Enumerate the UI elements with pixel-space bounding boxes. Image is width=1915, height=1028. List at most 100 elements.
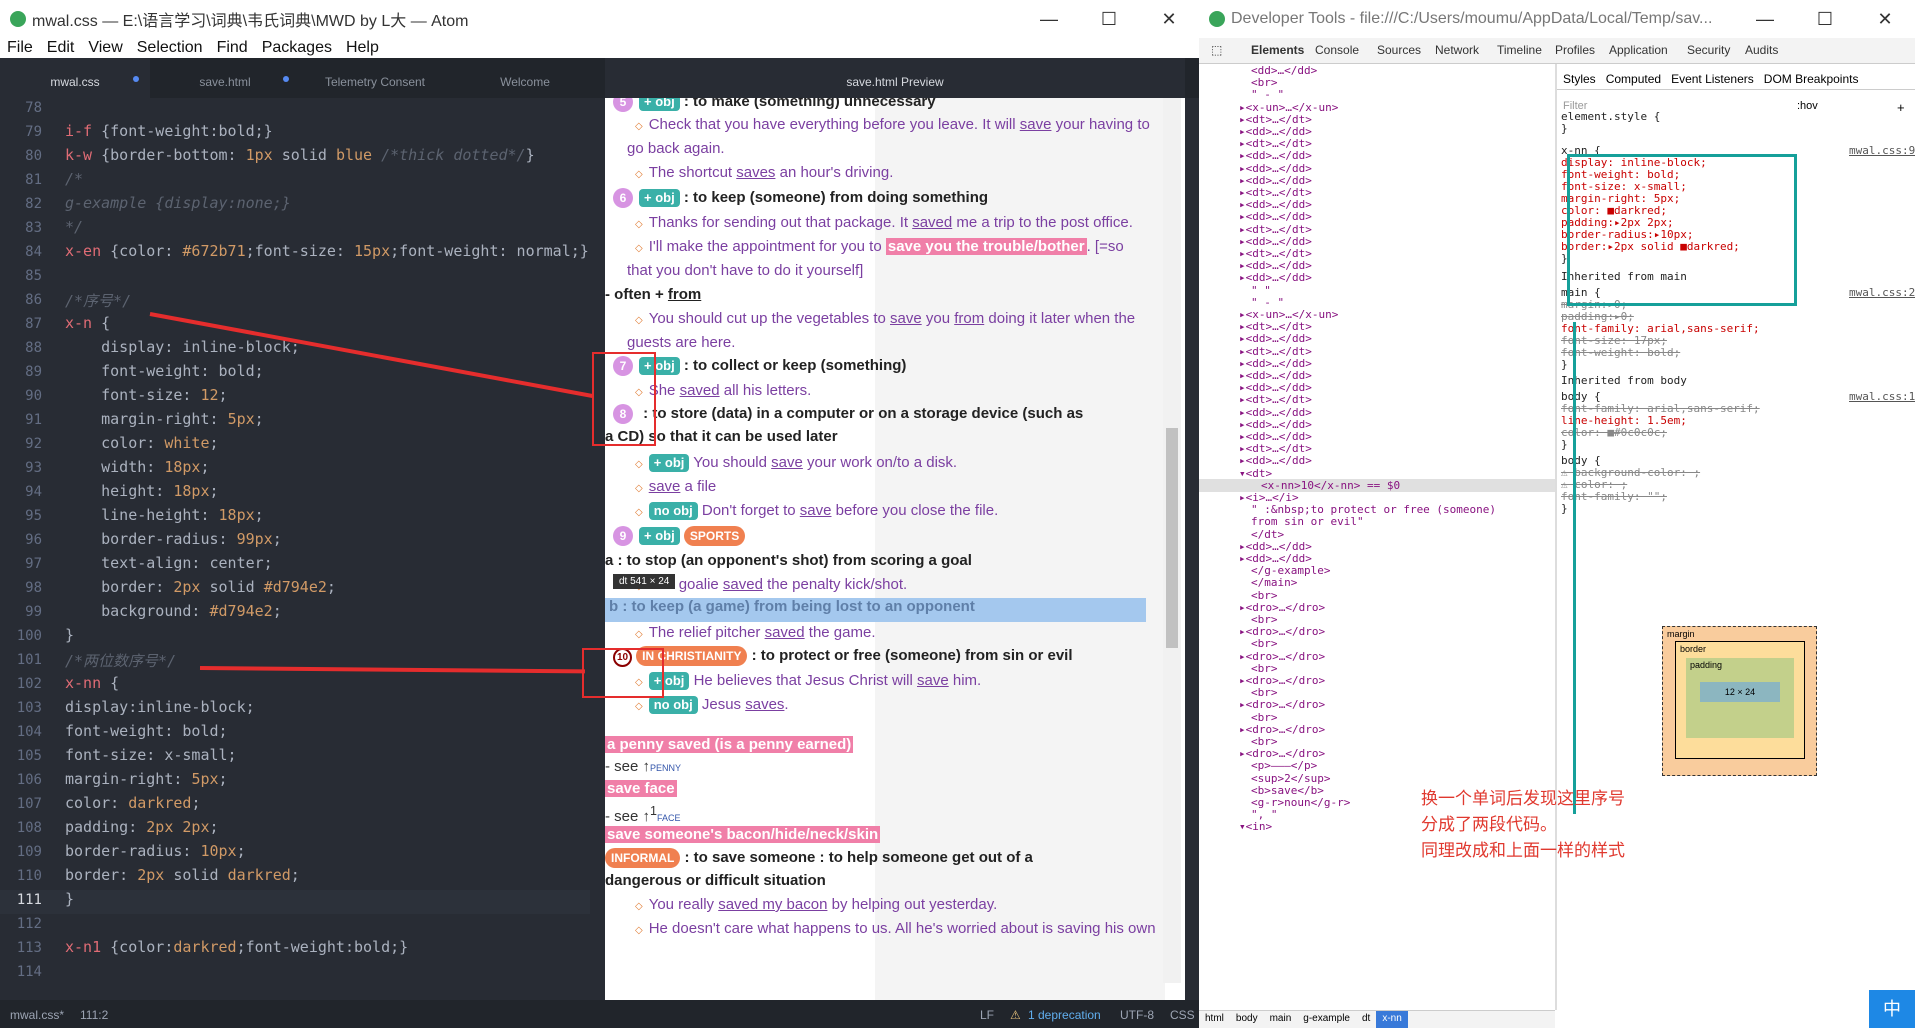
status-cursor[interactable]: 111:2 xyxy=(80,1008,108,1022)
crumb-g-example[interactable]: g-example xyxy=(1297,1011,1356,1028)
dom-node[interactable]: " - " xyxy=(1251,88,1555,101)
code-line[interactable]: 111} xyxy=(0,890,590,914)
tab-welcome[interactable]: Welcome xyxy=(450,58,600,98)
code-line[interactable]: 78 xyxy=(0,98,590,122)
tab-dom-breakpoints[interactable]: DOM Breakpoints xyxy=(1764,72,1859,86)
code-line[interactable]: 105 font-size: x-small; xyxy=(0,746,590,770)
style-rule-line[interactable]: font-weight: bold; xyxy=(1561,346,1680,359)
menu-edit[interactable]: Edit xyxy=(40,38,82,58)
tab-styles[interactable]: Styles xyxy=(1563,72,1596,86)
close-icon[interactable]: ✕ xyxy=(1139,0,1199,38)
dom-node[interactable]: ▸<dt>…</dt> xyxy=(1239,247,1555,260)
crumb-x-nn[interactable]: x-nn xyxy=(1376,1011,1408,1028)
code-line[interactable]: 112 xyxy=(0,914,590,938)
code-line[interactable]: 102 x-nn { xyxy=(0,674,590,698)
code-editor[interactable]: 78 79 i-f {font-weight:bold;} 80 k-w {border… xyxy=(0,98,601,1000)
dom-node[interactable]: </main> xyxy=(1251,576,1555,589)
dom-node[interactable]: <sup>2</sup> xyxy=(1251,772,1555,785)
dom-node[interactable]: ▸<dt>…</dt> xyxy=(1239,137,1555,150)
dom-node[interactable]: ▸<dd>…</dd> xyxy=(1239,174,1555,187)
dom-node[interactable]: ▸<dd>…</dd> xyxy=(1239,259,1555,272)
code-line[interactable]: 98 border: 2px solid #d794e2; xyxy=(0,578,590,602)
dom-node[interactable]: ▸<dd>…</dd> xyxy=(1239,454,1555,467)
tab-sources[interactable]: Sources xyxy=(1377,43,1421,57)
dom-node[interactable]: ▸<dd>…</dd> xyxy=(1239,430,1555,443)
inspect-icon[interactable]: ⬚ xyxy=(1211,43,1222,57)
maximize-icon[interactable]: ☐ xyxy=(1795,0,1855,38)
dom-node[interactable]: ▸<dt>…</dt> xyxy=(1239,113,1555,126)
crumb-body[interactable]: body xyxy=(1230,1011,1264,1028)
code-line[interactable]: 91 margin-right: 5px; xyxy=(0,410,590,434)
tab-timeline[interactable]: Timeline xyxy=(1497,43,1542,57)
code-line[interactable]: 94 height: 18px; xyxy=(0,482,590,506)
dom-node[interactable]: ▸<dd>…</dd> xyxy=(1239,540,1555,553)
dom-node[interactable]: ▸<i>…</i> xyxy=(1239,491,1555,504)
code-line[interactable]: 82 g-example {display:none;} xyxy=(0,194,590,218)
preview-scrollbar[interactable] xyxy=(1163,98,1181,983)
dom-node[interactable]: ▸<dro>…</dro> xyxy=(1239,747,1555,760)
style-rule-line[interactable]: Inherited from body xyxy=(1561,374,1687,387)
dom-node[interactable]: <br> xyxy=(1251,589,1555,602)
dom-node[interactable]: ▸<dd>…</dd> xyxy=(1239,381,1555,394)
scroll-thumb[interactable] xyxy=(1166,428,1178,648)
tab-telemetry[interactable]: Telemetry Consent xyxy=(300,58,450,98)
style-rule-line[interactable]: } xyxy=(1561,502,1568,515)
dom-tree[interactable]: <dd>…</dd> <br> " - " ▸<x-un>…</x-un> ▸<dt>…… xyxy=(1199,64,1555,1010)
dom-node[interactable]: ▸<dt>…</dt> xyxy=(1239,320,1555,333)
menu-packages[interactable]: Packages xyxy=(255,38,339,58)
code-line[interactable]: 95 line-height: 18px; xyxy=(0,506,590,530)
code-line[interactable]: 84 x-en {color: #672b71;font-size: 15px;f… xyxy=(0,242,590,266)
tab-console[interactable]: Console xyxy=(1315,43,1359,57)
dom-node[interactable]: ▸<dro>…</dro> xyxy=(1239,674,1555,687)
dom-node[interactable]: <x-nn>10</x-nn> == $0 xyxy=(1199,478,1555,492)
menu-selection[interactable]: Selection xyxy=(130,38,210,58)
style-rule-line[interactable]: color: ■#0c0c0c; xyxy=(1561,426,1667,439)
dom-node[interactable]: ▾<dt> xyxy=(1239,467,1555,480)
tab-save-html[interactable]: save.html xyxy=(150,58,300,98)
tab-elements[interactable]: Elements xyxy=(1251,43,1304,57)
dom-node[interactable]: <br> xyxy=(1251,613,1555,626)
dom-node[interactable]: ▸<dd>…</dd> xyxy=(1239,357,1555,370)
close-icon[interactable]: ✕ xyxy=(1855,0,1915,38)
status-lf[interactable]: LF xyxy=(980,1008,994,1022)
style-rule-line[interactable]: font-family: ""; xyxy=(1561,490,1667,503)
source-link[interactable]: mwal.css:1 xyxy=(1849,390,1915,403)
crumb-html[interactable]: html xyxy=(1199,1011,1230,1028)
hov-toggle[interactable]: :hov xyxy=(1797,100,1818,112)
dom-node[interactable]: ▸<dd>…</dd> xyxy=(1239,271,1555,284)
dom-node[interactable]: <br> xyxy=(1251,711,1555,724)
dom-node[interactable]: ▸<dd>…</dd> xyxy=(1239,198,1555,211)
dom-node[interactable]: <br> xyxy=(1251,662,1555,675)
code-line[interactable]: 79 i-f {font-weight:bold;} xyxy=(0,122,590,146)
dom-node[interactable]: ▸<dd>…</dd> xyxy=(1239,552,1555,565)
code-line[interactable]: 108 padding: 2px 2px; xyxy=(0,818,590,842)
dom-node[interactable]: ▸<dd>…</dd> xyxy=(1239,332,1555,345)
code-line[interactable]: 86 /*序号*/ xyxy=(0,290,590,314)
style-rule-line[interactable]: } xyxy=(1561,438,1568,451)
dom-node[interactable]: from sin or evil" xyxy=(1251,515,1555,528)
menu-help[interactable]: Help xyxy=(339,38,386,58)
code-line[interactable]: 107 color: darkred; xyxy=(0,794,590,818)
code-line[interactable]: 85 xyxy=(0,266,590,290)
tab-security[interactable]: Security xyxy=(1687,43,1730,57)
tab-mwal-css[interactable]: mwal.css xyxy=(0,58,150,98)
code-line[interactable]: 96 border-radius: 99px; xyxy=(0,530,590,554)
code-line[interactable]: 106 margin-right: 5px; xyxy=(0,770,590,794)
dom-node[interactable]: </g-example> xyxy=(1251,564,1555,577)
code-line[interactable]: 100} xyxy=(0,626,590,650)
menu-view[interactable]: View xyxy=(81,38,129,58)
dom-node[interactable]: ▸<dro>…</dro> xyxy=(1239,650,1555,663)
dom-node[interactable]: <p>———</p> xyxy=(1251,759,1555,772)
dom-node[interactable]: ▸<dd>…</dd> xyxy=(1239,125,1555,138)
dom-node[interactable]: <br> xyxy=(1251,76,1555,89)
status-encoding[interactable]: UTF-8 xyxy=(1120,1008,1154,1022)
minimize-icon[interactable]: — xyxy=(1735,0,1795,38)
dom-node[interactable]: ▸<dd>…</dd> xyxy=(1239,210,1555,223)
code-line[interactable]: 89 font-weight: bold; xyxy=(0,362,590,386)
source-link[interactable]: mwal.css:95 xyxy=(1849,144,1915,157)
dom-node[interactable]: " - " xyxy=(1251,296,1555,309)
dom-node[interactable]: ▸<dd>…</dd> xyxy=(1239,369,1555,382)
crumb-dt[interactable]: dt xyxy=(1356,1011,1376,1028)
code-line[interactable]: 110 border: 2px solid darkred; xyxy=(0,866,590,890)
minimize-icon[interactable]: — xyxy=(1019,0,1079,38)
